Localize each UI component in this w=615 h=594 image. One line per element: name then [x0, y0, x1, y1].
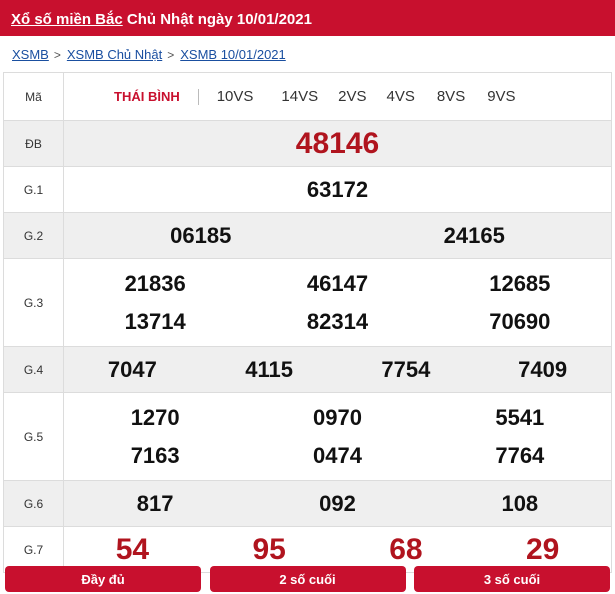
prize-number: 06185	[170, 222, 232, 248]
prize-values: 06185 24165	[63, 212, 612, 259]
breadcrumb-xsmb[interactable]: XSMB	[12, 47, 49, 62]
prize-line: 7163 0474 7764	[64, 437, 611, 475]
view-mode-buttons: Đầy đủ 2 số cuối 3 số cuối	[5, 566, 610, 592]
prize-line: 21836 46147 12685	[64, 265, 611, 303]
prize-number: 092	[319, 490, 356, 516]
prize-row: G.4 7047 4115 7754 7409	[3, 346, 612, 393]
prize-line: 06185 24165	[64, 217, 611, 255]
lottery-code: 8VS	[436, 88, 466, 105]
prize-number: 54	[115, 532, 150, 566]
prize-number: 7764	[495, 442, 545, 468]
prize-number: 7409	[518, 356, 568, 382]
prize-label: G.4	[3, 346, 64, 393]
prize-number: 63172	[306, 176, 369, 202]
prize-label: G.1	[3, 166, 64, 213]
prize-row: G.5 1270 0970 5541 7163 0474 7764	[3, 392, 612, 481]
prize-number: 21836	[124, 270, 186, 296]
prize-number: 1270	[130, 404, 180, 430]
prize-number: 7047	[107, 356, 157, 382]
prize-number: 7163	[130, 442, 180, 468]
prize-number: 46147	[306, 270, 369, 296]
full-view-button[interactable]: Đầy đủ	[5, 566, 201, 592]
code-label: Mã	[3, 72, 64, 121]
breadcrumb-xsmb-date[interactable]: XSMB 10/01/2021	[180, 47, 286, 62]
chevron-right-icon: >	[167, 48, 175, 62]
prize-number: 95	[252, 532, 286, 566]
prize-number: 4115	[245, 356, 293, 382]
chevron-right-icon: >	[53, 48, 61, 62]
lottery-code: 14VS	[281, 88, 319, 105]
prize-row: ĐB 48146	[3, 120, 612, 167]
prize-line: 63172	[64, 171, 611, 209]
prize-number: 7754	[381, 356, 431, 382]
last-3-digits-button[interactable]: 3 số cuối	[414, 566, 610, 592]
prize-number: 70690	[489, 308, 551, 334]
page-header: Xổ số miền Bắc Chủ Nhật ngày 10/01/2021	[0, 0, 615, 36]
lottery-code: 10VS	[216, 88, 254, 105]
prize-number: 817	[136, 490, 174, 516]
prize-line: 54 95 68 29	[64, 531, 611, 569]
last-2-digits-button[interactable]: 2 số cuối	[209, 566, 406, 592]
prize-line: 13714 82314 70690	[64, 303, 611, 341]
prize-row: G.6 817 092 108	[3, 480, 612, 527]
divider	[197, 88, 199, 105]
prize-values: 21836 46147 12685 13714 82314 70690	[63, 258, 612, 347]
prize-line: 7047 4115 7754 7409	[64, 351, 611, 389]
prize-number: 0970	[313, 404, 362, 430]
prize-values: 48146	[63, 120, 612, 167]
header-title-rest: Chủ Nhật ngày 10/01/2021	[122, 11, 312, 28]
prize-line: 1270 0970 5541	[64, 399, 611, 437]
prize-number: 12685	[489, 270, 551, 296]
prize-number: 24165	[443, 222, 505, 248]
prize-rows: ĐB 48146 G.1 63172 G.2 06185 24165 G.3 21836 4614…	[3, 120, 612, 573]
prize-number: 82314	[306, 308, 369, 334]
prize-number: 5541	[495, 404, 545, 430]
province-name: THÁI BÌNH	[114, 89, 180, 104]
prize-values: 1270 0970 5541 7163 0474 7764	[63, 392, 612, 481]
breadcrumb: XSMB > XSMB Chủ Nhật > XSMB 10/01/2021	[0, 36, 615, 72]
code-cell: THÁI BÌNH 10VS 14VS 2VS 4VS 8VS 9VS	[63, 72, 612, 121]
prize-line: 817 092 108	[64, 485, 611, 523]
prize-number: 108	[501, 490, 539, 516]
prize-row: G.1 63172	[3, 166, 612, 213]
prize-number: 13714	[124, 308, 186, 334]
prize-label: ĐB	[3, 120, 64, 167]
prize-label: G.2	[3, 212, 64, 259]
prize-row: G.3 21836 46147 12685 13714 82314 70690	[3, 258, 612, 347]
prize-number: 0474	[313, 442, 362, 468]
lottery-code: 2VS	[338, 88, 367, 105]
prize-row: G.2 06185 24165	[3, 212, 612, 259]
prize-line: 48146	[64, 125, 611, 163]
lottery-code: 4VS	[386, 88, 415, 105]
header-title-link[interactable]: Xổ số miền Bắc	[11, 11, 123, 28]
lottery-code: 9VS	[487, 88, 516, 105]
prize-label: G.5	[3, 392, 64, 481]
prize-number: 29	[525, 532, 560, 566]
code-row: Mã THÁI BÌNH 10VS 14VS 2VS 4VS 8VS 9VS	[3, 72, 612, 121]
result-table: Mã THÁI BÌNH 10VS 14VS 2VS 4VS 8VS 9VS ĐB 4814…	[3, 72, 612, 573]
prize-values: 817 092 108	[63, 480, 612, 527]
breadcrumb-xsmb-sunday[interactable]: XSMB Chủ Nhật	[67, 47, 162, 62]
prize-number: 68	[389, 532, 423, 566]
prize-values: 7047 4115 7754 7409	[63, 346, 612, 393]
prize-label: G.6	[3, 480, 64, 527]
prize-label: G.3	[3, 258, 64, 347]
special-prize-number: 48146	[295, 126, 380, 160]
prize-values: 63172	[63, 166, 612, 213]
